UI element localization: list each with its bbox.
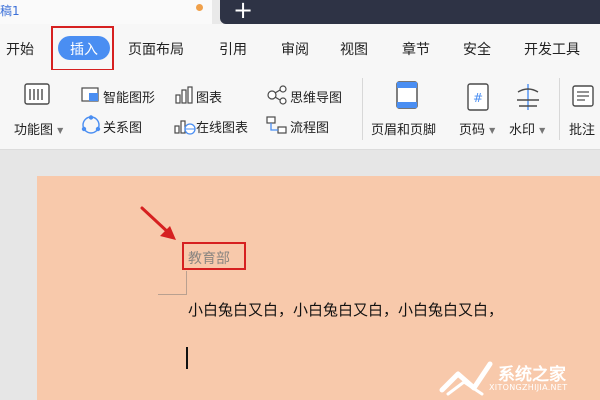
online-chart-icon[interactable] (174, 116, 196, 136)
red-arrow-icon (140, 206, 176, 240)
tab-security[interactable]: 安全 (463, 39, 491, 59)
tab-chapter[interactable]: 章节 (402, 39, 430, 59)
title-bar: 稿1 + (0, 0, 600, 24)
tab-strip: + (220, 0, 600, 24)
ribbon-divider (362, 78, 363, 140)
flowchart-icon[interactable] (266, 115, 288, 135)
chart-icon[interactable] (174, 86, 194, 104)
online-chart-button[interactable]: 在线图表 (196, 117, 248, 136)
chevron-down-icon: ▼ (57, 126, 64, 135)
header-footer-icon[interactable] (394, 80, 420, 110)
flowchart-button[interactable]: 流程图 (290, 117, 329, 136)
document-tab[interactable]: 稿1 (0, 0, 212, 24)
crop-mark (158, 294, 186, 295)
tab-review[interactable]: 审阅 (281, 39, 309, 59)
unsaved-dot-icon (196, 4, 203, 11)
watermark-icon[interactable] (514, 82, 542, 112)
new-tab-icon[interactable]: + (233, 0, 253, 24)
site-logo-icon (439, 361, 493, 396)
tab-home[interactable]: 开始 (6, 39, 34, 59)
svg-text:#: # (473, 91, 483, 105)
mind-map-button[interactable]: 思维导图 (290, 87, 342, 106)
comment-author-highlight (182, 242, 246, 270)
tab-view[interactable]: 视图 (340, 39, 368, 59)
ribbon-toolbar (0, 70, 600, 150)
crop-mark (186, 271, 187, 295)
ribbon-divider (559, 78, 560, 140)
document-body-text[interactable]: 小白兔白又白，小白兔白又白，小白兔白又白， (188, 299, 503, 320)
watermark-button: 水印 ▼ (509, 119, 545, 138)
text-cursor (186, 347, 188, 369)
insert-tab-highlight (51, 26, 114, 71)
chevron-down-icon: ▼ (539, 126, 546, 135)
page-number-button: 页码 ▼ (459, 119, 495, 138)
comment-button[interactable]: 批注 (569, 119, 595, 138)
comment-icon[interactable] (570, 82, 596, 112)
function-chart-button[interactable]: 功能图 ▼ (14, 119, 63, 138)
page-number-icon[interactable]: # (465, 82, 491, 112)
smart-shape-icon[interactable] (80, 86, 100, 104)
smart-shape-button[interactable]: 智能图形 (103, 87, 155, 106)
chevron-down-icon: ▼ (489, 126, 496, 135)
site-watermark-subtitle: XITONGZHIJIA.NET (489, 383, 568, 392)
page-number-label: 页码 (459, 123, 486, 138)
tab-references[interactable]: 引用 (219, 39, 247, 59)
tab-developer-tools[interactable]: 开发工具 (524, 39, 580, 59)
function-chart-icon[interactable] (22, 80, 52, 108)
header-footer-button[interactable]: 页眉和页脚 (371, 119, 436, 138)
document-tab-label: 稿1 (0, 4, 20, 18)
watermark-label: 水印 (509, 123, 536, 138)
mind-map-icon[interactable] (266, 85, 288, 105)
relation-chart-button[interactable]: 关系图 (103, 117, 142, 136)
chart-button[interactable]: 图表 (196, 87, 222, 106)
site-watermark-title: 系统之家 (498, 365, 566, 385)
relation-chart-icon[interactable] (80, 115, 102, 135)
tab-page-layout[interactable]: 页面布局 (128, 39, 184, 59)
function-chart-label: 功能图 (14, 123, 54, 138)
